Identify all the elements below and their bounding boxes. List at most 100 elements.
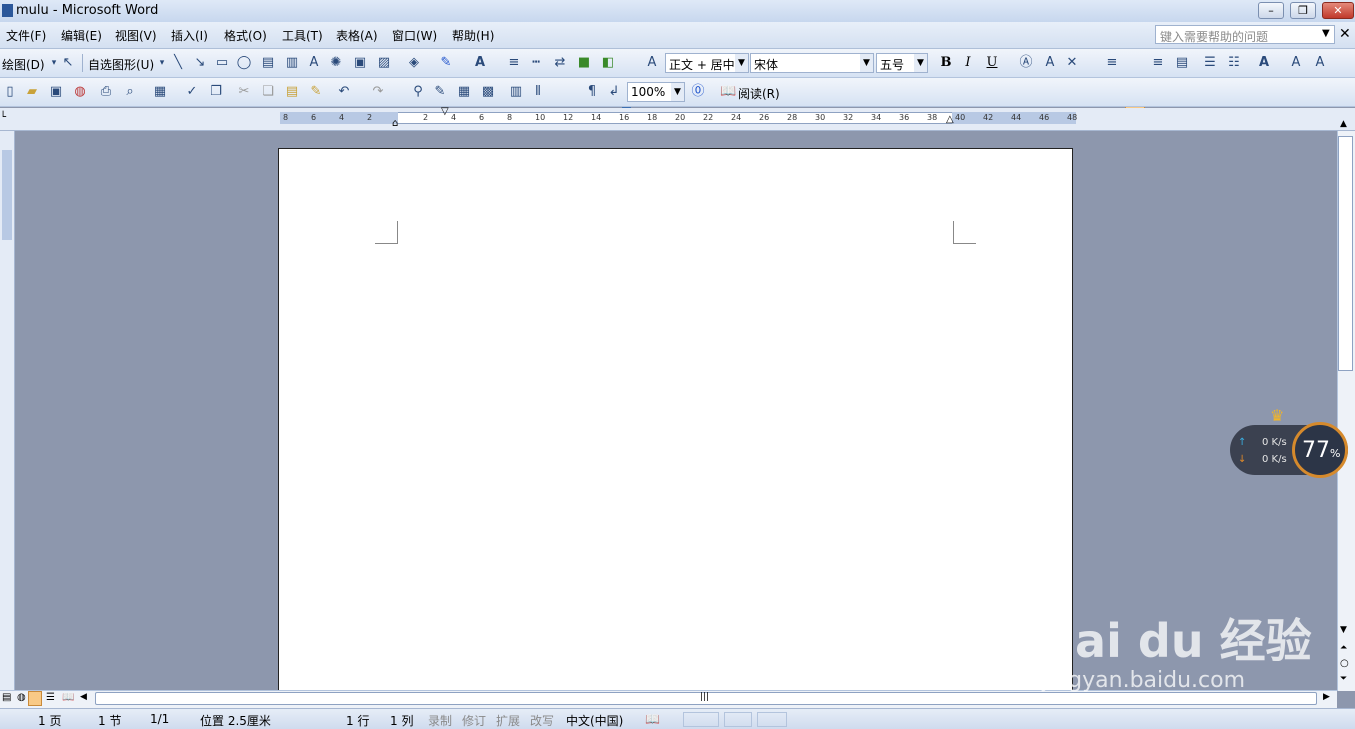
hyperlink-icon[interactable]: ⚲ [410, 84, 426, 100]
status-track-changes-button[interactable]: 修订 [462, 712, 486, 729]
paste-icon[interactable]: ▤ [284, 84, 300, 100]
columns-icon[interactable]: ▥ [508, 84, 524, 100]
insert-picture-icon[interactable]: ▨ [376, 55, 392, 71]
chevron-down-icon[interactable]: ▼ [860, 54, 873, 72]
line-color-icon[interactable]: ✎ [438, 55, 454, 71]
print-layout-view-button[interactable] [28, 691, 42, 706]
close-document-icon[interactable]: ✕ [1339, 26, 1351, 42]
style-combo[interactable]: 正文 + 居中 ▼ [665, 53, 749, 73]
scroll-left-icon[interactable]: ◀ [80, 692, 87, 702]
word-app-icon[interactable] [2, 4, 13, 17]
line-style-icon[interactable]: ≡ [506, 55, 522, 71]
minimize-button[interactable]: – [1258, 2, 1284, 19]
spelling-status-icon[interactable]: 📖 [645, 712, 660, 726]
insert-table-icon[interactable]: ▦ [456, 84, 472, 100]
character-shading-icon[interactable]: A [1042, 55, 1058, 71]
wordart-icon[interactable]: A [306, 55, 322, 71]
vertical-scroll-thumb[interactable] [1338, 136, 1353, 371]
print-icon[interactable]: ⎙ [98, 84, 114, 100]
chevron-down-icon[interactable]: ▼ [671, 83, 684, 101]
scroll-right-icon[interactable]: ▶ [1323, 692, 1330, 702]
align-left-icon[interactable]: ≡ [1104, 55, 1120, 71]
tab-selector-icon[interactable]: └ [0, 112, 6, 123]
bold-button[interactable]: B [938, 55, 954, 71]
font-color-icon[interactable]: A [472, 55, 488, 71]
numbering-icon[interactable]: ☰ [1202, 55, 1218, 71]
menu-view[interactable]: 视图(V) [115, 27, 157, 44]
line-tool-icon[interactable]: ╲ [170, 55, 186, 71]
select-objects-icon[interactable]: ↖ [60, 55, 76, 71]
vertical-text-box-icon[interactable]: ▥ [284, 55, 300, 71]
status-record-button[interactable]: 录制 [428, 712, 452, 729]
grow-font-icon[interactable]: A [1288, 55, 1304, 71]
3d-style-icon[interactable]: ◧ [600, 55, 616, 71]
align-right-icon[interactable]: ≡ [1150, 55, 1166, 71]
research-book-icon[interactable]: ❐ [208, 84, 224, 100]
menu-insert[interactable]: 插入(I) [171, 27, 208, 44]
insert-excel-icon[interactable]: ▩ [480, 84, 496, 100]
right-indent-marker-icon[interactable]: △ [946, 114, 954, 125]
next-page-icon[interactable]: ⏷ [1340, 674, 1347, 684]
chevron-down-icon[interactable]: ▼ [914, 54, 927, 72]
spelling-icon[interactable]: ✓ [184, 84, 200, 100]
menu-edit[interactable]: 编辑(E) [61, 27, 102, 44]
status-overtype-button[interactable]: 改写 [530, 712, 554, 729]
new-document-icon[interactable]: ▯ [2, 84, 18, 100]
restore-button[interactable]: ❐ [1290, 2, 1316, 19]
redo-icon[interactable]: ↷ [370, 84, 386, 100]
text-box-icon[interactable]: ▤ [260, 55, 276, 71]
read-mode-icon[interactable]: 📖 [720, 84, 736, 100]
shrink-font-icon[interactable]: A [1312, 55, 1328, 71]
draw-menu-button[interactable]: 绘图(D) [2, 56, 45, 73]
italic-button[interactable]: I [960, 55, 976, 71]
show-hide-icon[interactable]: ¶ [584, 84, 600, 100]
show-paragraph-icon[interactable]: ↲ [606, 84, 622, 100]
scroll-down-icon[interactable]: ▼ [1340, 625, 1347, 635]
web-layout-view-icon[interactable]: ◍ [17, 692, 26, 703]
print-preview-icon[interactable]: ⌕ [122, 84, 138, 100]
font-size-combo[interactable]: 五号 ▼ [876, 53, 928, 73]
dash-style-icon[interactable]: ┅ [528, 55, 544, 71]
reading-layout-view-icon[interactable]: 📖 [62, 692, 74, 703]
menu-file[interactable]: 文件(F) [6, 27, 46, 44]
browse-object-icon[interactable]: ○ [1340, 658, 1349, 669]
menu-tools[interactable]: 工具(T) [282, 27, 323, 44]
normal-view-icon[interactable]: ▤ [2, 692, 11, 703]
menu-table[interactable]: 表格(A) [336, 27, 378, 44]
oval-tool-icon[interactable]: ◯ [236, 55, 252, 71]
zoom-combo[interactable]: 100% ▼ [627, 82, 685, 102]
character-border-icon[interactable]: Ⓐ [1018, 55, 1034, 71]
help-icon[interactable]: ⓪ [690, 84, 706, 100]
first-line-indent-marker-icon[interactable]: ▽ [441, 106, 449, 117]
undo-icon[interactable]: ↶ [336, 84, 352, 100]
help-dropdown-icon[interactable]: ▼ [1322, 28, 1330, 39]
close-window-button[interactable]: ✕ [1322, 2, 1354, 19]
format-painter-icon[interactable]: ✎ [308, 84, 324, 100]
previous-page-icon[interactable]: ⏶ [1340, 643, 1347, 653]
menu-help[interactable]: 帮助(H) [452, 27, 494, 44]
cut-icon[interactable]: ✂ [236, 84, 252, 100]
outline-view-icon[interactable]: ☰ [46, 692, 55, 703]
styles-formatting-icon[interactable]: A [644, 55, 660, 71]
document-page[interactable] [278, 148, 1073, 708]
shadow-style-icon[interactable]: ■ [576, 55, 592, 71]
chevron-down-icon[interactable]: ▼ [735, 54, 748, 72]
diagram-icon[interactable]: ✺ [328, 55, 344, 71]
underline-button[interactable]: U [984, 55, 1000, 71]
research-icon[interactable]: ▦ [152, 84, 168, 100]
help-search-input[interactable]: 键入需要帮助的问题 [1155, 25, 1335, 44]
status-extend-button[interactable]: 扩展 [496, 712, 520, 729]
clip-art-icon[interactable]: ▣ [352, 55, 368, 71]
bullets-icon[interactable]: ☷ [1226, 55, 1242, 71]
menu-format[interactable]: 格式(O) [224, 27, 267, 44]
justify-icon[interactable]: ▤ [1174, 55, 1190, 71]
font-combo[interactable]: 宋体 ▼ [750, 53, 874, 73]
dropdown-arrow-icon[interactable]: ▾ [154, 55, 170, 71]
character-scale-icon[interactable]: ✕ [1064, 55, 1080, 71]
font-color-icon[interactable]: A [1256, 55, 1272, 71]
permission-icon[interactable]: ◍ [72, 84, 88, 100]
save-icon[interactable]: ▣ [48, 84, 64, 100]
rectangle-tool-icon[interactable]: ▭ [214, 55, 230, 71]
autoshapes-button[interactable]: 自选图形(U) [88, 56, 154, 73]
copy-icon[interactable]: ❏ [260, 84, 276, 100]
